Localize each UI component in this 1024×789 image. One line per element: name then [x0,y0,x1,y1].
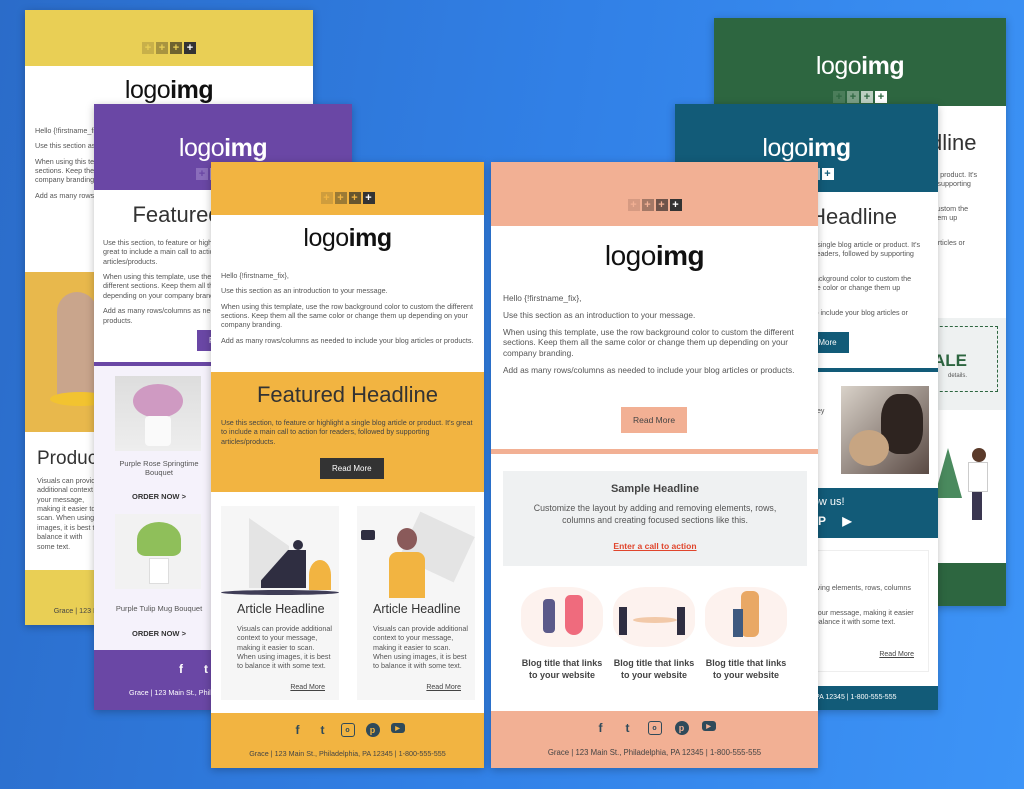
order-now-link[interactable]: ORDER NOW > [109,492,209,501]
orange-email-template: + + + + logoimg Hello {!firstname_fix}, Use … [211,162,484,768]
plus-icon: + [641,199,654,211]
pinterest-icon[interactable]: p [674,721,689,735]
read-more-link[interactable]: Read More [290,684,325,691]
parent-child-illustration [521,587,603,647]
logo: logoimg [815,52,905,80]
plus-icon: + [184,42,196,54]
sample-section: Sample Headline Customize the layout by … [503,471,807,566]
plus-icon: + [334,192,347,204]
rose-bouquet-photo [115,376,201,451]
read-more-link[interactable]: Read More [426,684,461,691]
intro-text: Hello {!firstname_fix}, Use this section … [503,293,795,375]
social-icons: f t o p ▶ [491,721,818,735]
plus-icon: + [362,192,375,204]
plus-icon: + [847,91,859,103]
product-name: Purple Tulip Mug Bouquet [115,604,203,613]
logo: logoimg [303,224,392,252]
product-headline: Product [37,448,103,469]
footer-address: Grace | 123 Main St., Philadelphia, PA 1… [547,748,762,757]
logo: logoimg [604,240,705,271]
featured-section: Featured Headline Use this section, to f… [211,372,484,492]
footer-phone: 1-800-555-555 [941,605,988,606]
divider [491,449,818,454]
plus-icon: + [669,199,682,211]
article-card: Article Headline Visuals can provide add… [221,506,339,700]
header-band: + + + + [491,162,818,226]
social-icons: f t o p ▶ [211,723,484,737]
article-text: Visuals can provide additional context t… [237,624,332,671]
read-more-button[interactable]: Read More [621,407,688,433]
plus-icons: ++++ [25,42,313,54]
youtube-icon[interactable]: ▶ [701,721,716,731]
read-more-link[interactable]: Read More [879,651,914,658]
twitter-icon[interactable]: t [621,721,635,735]
featured-text: Use this section, to feature or highligh… [221,418,473,446]
plus-icon: + [861,91,873,103]
header-band: + + + + [211,162,484,215]
logo: logoimg [124,76,214,104]
footer: f t o p ▶ Grace | 123 Main St., Philadelphia… [211,713,484,768]
plus-icon: + [627,199,640,211]
sale-details: details. [947,373,967,379]
plus-icon: + [821,168,834,180]
header-band: + + + + [25,10,313,66]
featured-headline: Featured Headline [256,382,438,407]
social-icons: P ▶ [815,514,854,528]
logo: logoimg [762,134,851,162]
kids-playing-illustration [613,587,695,647]
instagram-icon[interactable]: o [647,721,662,735]
footer-address: Grace | 123 Main St., Philadelphia, PA 1… [249,749,446,758]
product-name: Purple Rose Springtime Bouquet [119,459,199,477]
plus-icon: + [875,91,887,103]
youtube-icon[interactable]: ▶ [390,723,405,733]
blog-title-link[interactable]: Blog title that links to your website [705,658,787,681]
pinterest-icon[interactable]: p [365,723,380,737]
blog-title-link[interactable]: Blog title that links to your website [613,658,695,681]
tulip-bouquet-photo [115,514,201,589]
header-band: logoimg ++++ [714,18,1006,106]
plus-icon: + [655,199,668,211]
intro-text: Hello {!firstname_fix}, Use this section … [221,271,474,345]
peach-email-template: + + + + logoimg Hello {!firstname_fix}, Use … [491,162,818,768]
facebook-icon[interactable]: f [594,721,608,735]
scooter-illustration [934,438,994,528]
selfie-woman-illustration [357,510,475,598]
read-more-button[interactable]: Read More [320,458,384,479]
plus-icons: ++++ [211,192,484,204]
plus-icon: + [320,192,333,204]
footer: f t o p ▶ Grace | 123 Main St., Philadelphia… [491,711,818,768]
pug-photo [841,386,929,474]
social-icons: ft [174,662,213,676]
plus-icon: + [833,91,845,103]
footer-address: PA 12345 | 1-800-555-555 [815,694,897,701]
photo-text: ey [817,408,825,415]
instagram-icon[interactable]: o [340,723,355,737]
sample-text: Customize the layout by adding and remov… [533,503,777,525]
youtube-icon[interactable]: ▶ [840,514,854,528]
father-son-illustration [705,587,787,647]
plus-icon: + [170,42,182,54]
plus-icon: + [348,192,361,204]
product-text: Visuals can provide additional context t… [37,476,101,551]
article-text: Visuals can provide additional context t… [373,624,468,671]
article-headline: Article Headline [237,602,325,616]
facebook-icon[interactable]: f [291,723,305,737]
order-now-link[interactable]: ORDER NOW > [109,629,209,638]
sample-headline: Sample Headline [610,483,700,495]
plus-icons: ++++ [491,199,818,211]
article-card: Article Headline Visuals can provide add… [357,506,475,700]
plus-icon: + [142,42,154,54]
article-headline: Article Headline [373,602,461,616]
twitter-icon[interactable]: t [316,723,330,737]
blog-title-link[interactable]: Blog title that links to your website [521,658,603,681]
facebook-icon[interactable]: f [174,662,188,676]
plus-icon: + [156,42,168,54]
plus-icon: + [196,168,208,180]
call-to-action-link[interactable]: Enter a call to action [503,541,807,551]
plus-icons: ++++ [714,91,1006,103]
logo: logoimg [178,134,268,162]
reading-woman-illustration [221,510,339,598]
